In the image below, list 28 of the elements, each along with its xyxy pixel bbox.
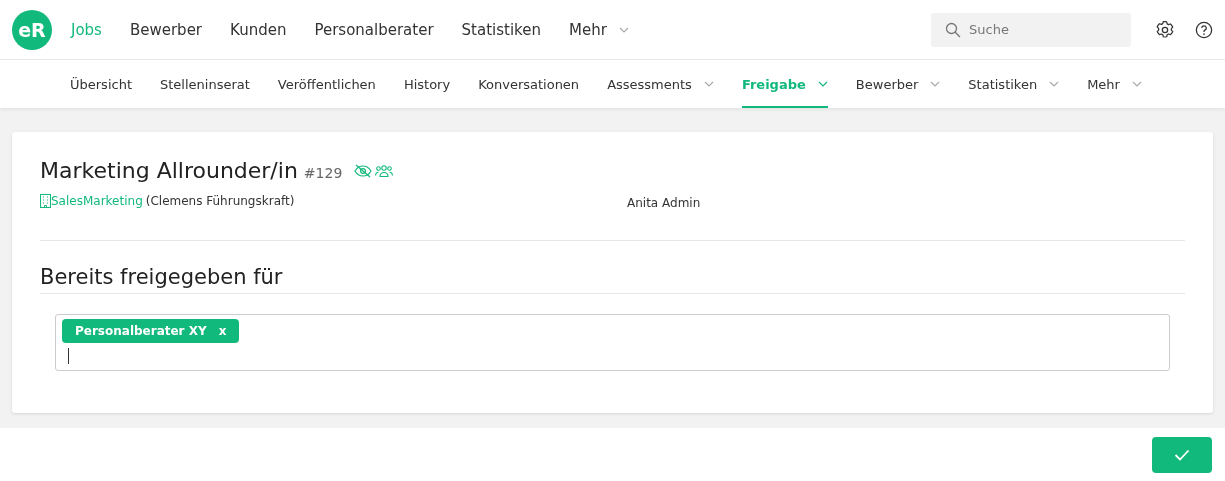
tab[interactable]: Statistiken [968, 60, 1060, 108]
nav-item[interactable]: Mehr [569, 20, 629, 39]
eye-slash-icon [354, 163, 373, 178]
checkmark-icon [1174, 449, 1190, 461]
building-icon [40, 193, 51, 208]
text-cursor [68, 348, 69, 364]
tag-chip: Personalberater XY x [62, 319, 240, 343]
tab[interactable]: Konversationen [478, 60, 580, 108]
nav-item[interactable]: Bewerber [129, 20, 203, 39]
tab[interactable]: Veröffentlichen [277, 60, 376, 108]
tab[interactable]: History [403, 60, 451, 108]
search-field[interactable]: Suche [931, 12, 1131, 47]
help-icon[interactable] [1195, 20, 1213, 39]
tab[interactable]: Assessments [607, 60, 714, 108]
settings-icon[interactable] [1155, 19, 1175, 40]
tab[interactable]: Mehr [1087, 60, 1142, 108]
contact-name: (Clemens Führungskraft) [145, 193, 295, 208]
section-heading: Bereits freigegeben für [40, 265, 1185, 294]
group-icon [375, 163, 394, 178]
nav-item[interactable]: Personalberater [314, 20, 434, 39]
tab[interactable]: Bewerber [855, 60, 941, 108]
job-number: #129 [303, 165, 343, 181]
nav-item[interactable]: Statistiken [461, 20, 541, 39]
job-title: Marketing Allrounder/in [40, 158, 298, 183]
owner-name: Anita Admin [627, 196, 701, 210]
nav-item[interactable]: Kunden [230, 20, 287, 39]
tab[interactable]: Stelleninserat [160, 60, 250, 108]
tab[interactable]: Übersicht [70, 60, 132, 108]
